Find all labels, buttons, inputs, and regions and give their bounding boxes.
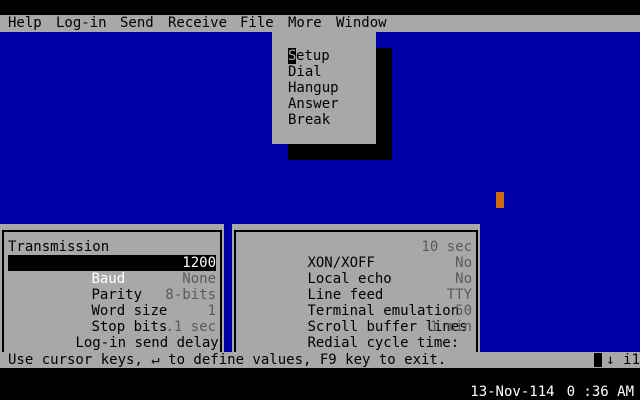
setting-value: None (182, 271, 216, 287)
clock-date: 13-Nov-114 (470, 384, 555, 400)
connection-panel: XON/XOFF 10 sec Local echo No Line feed … (232, 224, 480, 354)
dropdown-item-hangup[interactable]: Hangup (288, 80, 339, 96)
text-cursor (496, 192, 504, 208)
setting-label: Redial cycle time: (307, 335, 460, 351)
menu-bar: Help Log-in Send Receive File More Windo… (0, 15, 640, 32)
panel-title: Transmission (8, 239, 110, 255)
setting-value: No (455, 271, 472, 287)
menu-selection-cursor: S (288, 48, 297, 64)
more-dropdown-menu: Setup Dial Hangup Answer Break (272, 32, 376, 144)
dropdown-item-setup[interactable]: Setup (288, 48, 330, 64)
scroll-thumb-icon (594, 353, 603, 367)
menu-more[interactable]: More (288, 15, 322, 32)
terminal-screen: Help Log-in Send Receive File More Windo… (0, 0, 640, 400)
setting-parity[interactable]: Parity None (8, 271, 216, 303)
settings-area: Transmission Baud 1200 Parity None Word … (0, 224, 640, 354)
dropdown-item-setup-rest: etup (296, 48, 330, 64)
clock-time: 0 :36 AM (566, 384, 634, 400)
setting-value: 1 (207, 303, 216, 319)
menu-help[interactable]: Help (8, 15, 42, 32)
setting-value: No (455, 255, 472, 271)
setting-value: 1 min (429, 319, 472, 335)
setting-stop-bits[interactable]: Stop bits 1 (8, 303, 216, 335)
setting-value: 50 (455, 303, 472, 319)
setting-log-in-send-delay[interactable]: Log-in send delay .1 sec (8, 319, 218, 351)
setting-value: 1200 (182, 255, 216, 271)
setting-value: 8-bits (165, 287, 216, 303)
setting-value: .1 sec (165, 319, 216, 335)
transmission-panel: Transmission Baud 1200 Parity None Word … (0, 224, 224, 354)
menu-receive[interactable]: Receive (168, 15, 227, 32)
menu-window[interactable]: Window (336, 15, 387, 32)
status-indicator: ↓ i1 (594, 352, 640, 368)
setting-value: TTY (446, 287, 472, 303)
clock: 13-Nov-114 0 :36 AM (458, 384, 634, 400)
setting-value: 10 sec (421, 239, 472, 255)
setting-scroll-buffer-lines[interactable]: Scroll buffer lines 50 (240, 303, 472, 335)
status-bar: Use cursor keys, ↵ to define values, F9 … (0, 352, 640, 368)
dropdown-item-break[interactable]: Break (288, 112, 330, 128)
dropdown-item-dial[interactable]: Dial (288, 64, 322, 80)
menu-log-in[interactable]: Log-in (56, 15, 107, 32)
menu-send[interactable]: Send (120, 15, 154, 32)
setting-terminal-emulation[interactable]: Terminal emulation TTY (240, 287, 472, 319)
setting-xon-xoff[interactable]: XON/XOFF 10 sec (240, 239, 472, 271)
setting-baud[interactable]: Baud 1200 (8, 255, 216, 287)
setting-label: Log-in send delay (75, 335, 219, 351)
setting-line-feed[interactable]: Line feed No (240, 271, 472, 303)
status-indicator-text: ↓ i1 (606, 352, 640, 368)
menu-file[interactable]: File (240, 15, 274, 32)
status-help-text: Use cursor keys, ↵ to define values, F9 … (8, 352, 447, 368)
dropdown-item-answer[interactable]: Answer (288, 96, 339, 112)
setting-word-size[interactable]: Word size 8-bits (8, 287, 216, 319)
setting-redial-cycle-time[interactable]: Redial cycle time: 1 min (240, 319, 472, 351)
setting-local-echo[interactable]: Local echo No (240, 255, 472, 287)
